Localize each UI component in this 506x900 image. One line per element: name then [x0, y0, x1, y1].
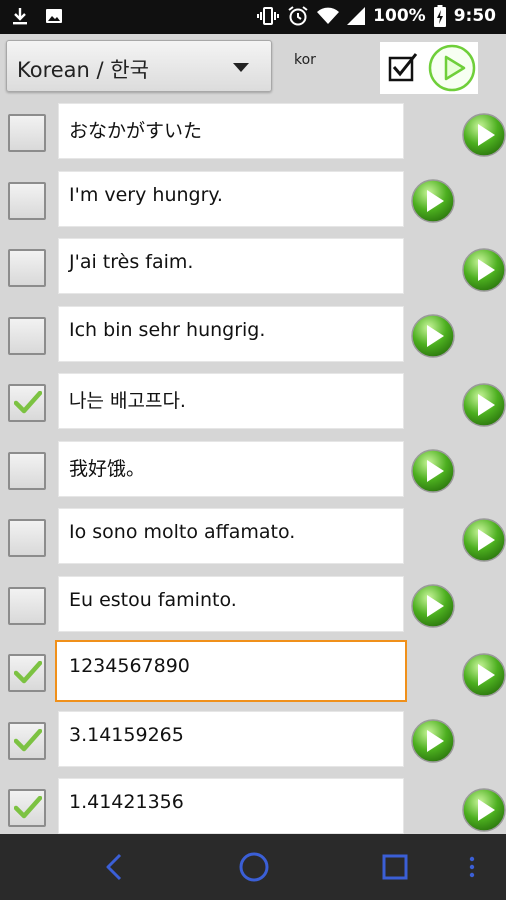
- phrase-row: I'm very hungry.: [0, 168, 506, 228]
- select-all-checkbox[interactable]: [388, 52, 420, 86]
- play-icon: [462, 788, 506, 832]
- download-icon: [10, 6, 30, 26]
- play-icon: [462, 653, 506, 697]
- overflow-menu-icon[interactable]: [466, 851, 478, 887]
- clock: 9:50: [453, 6, 496, 26]
- phrase-row: おなかがすいた: [0, 100, 506, 160]
- alarm-icon: [287, 5, 309, 27]
- play-icon: [411, 448, 455, 493]
- play-button[interactable]: [461, 247, 506, 297]
- navigation-bar: [0, 834, 506, 900]
- row-checkbox[interactable]: [8, 114, 46, 152]
- battery-percentage: 100%: [373, 6, 426, 26]
- play-button[interactable]: [410, 178, 456, 228]
- signal-icon: [347, 7, 366, 25]
- phrase-row: J'ai très faim.: [0, 235, 506, 295]
- phrase-text-field[interactable]: 我好饿。: [58, 440, 404, 497]
- wifi-icon: [317, 7, 340, 25]
- home-icon[interactable]: [237, 851, 271, 887]
- language-dropdown-label: Korean / 한국: [17, 58, 149, 82]
- image-icon: [44, 6, 64, 26]
- row-checkbox[interactable]: [8, 789, 46, 827]
- vibrate-icon: [257, 6, 280, 26]
- status-bar: 100% 9:50: [0, 0, 506, 34]
- play-button[interactable]: [461, 112, 506, 162]
- play-button[interactable]: [461, 382, 506, 432]
- phrase-text-field[interactable]: J'ai très faim.: [58, 238, 404, 294]
- play-icon: [411, 178, 455, 223]
- play-icon: [462, 518, 506, 562]
- toolbar: Korean / 한국 kor: [0, 34, 506, 100]
- play-all-button[interactable]: [428, 44, 476, 96]
- row-checkbox[interactable]: [8, 654, 46, 692]
- top-action-panel: [380, 42, 478, 94]
- play-button[interactable]: [410, 313, 456, 363]
- play-icon: [411, 583, 455, 628]
- phrase-row: Ich bin sehr hungrig.: [0, 303, 506, 363]
- play-button[interactable]: [410, 448, 456, 498]
- play-outline-icon: [428, 44, 476, 92]
- phrase-text-field[interactable]: Eu estou faminto.: [58, 575, 404, 632]
- play-icon: [462, 383, 506, 427]
- row-checkbox[interactable]: [8, 316, 46, 355]
- checkmark-icon: [14, 796, 42, 819]
- phrase-text-field[interactable]: おなかがすいた: [58, 103, 404, 159]
- play-button[interactable]: [461, 652, 506, 702]
- checkmark-icon: [14, 391, 42, 414]
- row-checkbox[interactable]: [8, 519, 46, 557]
- row-checkbox[interactable]: [8, 249, 46, 287]
- phrase-row: Io sono molto affamato.: [0, 505, 506, 565]
- phrase-row: Eu estou faminto.: [0, 573, 506, 633]
- checkbox-checked-icon: [388, 53, 418, 82]
- phrase-row: 나는 배고프다.: [0, 370, 506, 430]
- phrase-text-field[interactable]: 나는 배고프다.: [58, 373, 404, 429]
- row-checkbox[interactable]: [8, 384, 46, 422]
- phrase-row: 1234567890: [0, 640, 506, 702]
- play-icon: [411, 313, 455, 358]
- play-button[interactable]: [461, 787, 506, 837]
- phrase-text-field[interactable]: 1234567890: [55, 640, 407, 702]
- play-button[interactable]: [410, 583, 456, 633]
- play-icon: [462, 113, 506, 157]
- phrase-row: 1.41421356: [0, 775, 506, 835]
- row-checkbox[interactable]: [8, 721, 46, 760]
- language-dropdown[interactable]: Korean / 한국: [6, 40, 272, 92]
- row-checkbox[interactable]: [8, 181, 46, 220]
- phrase-text-field[interactable]: I'm very hungry.: [58, 170, 404, 227]
- play-button[interactable]: [461, 517, 506, 567]
- language-code: kor: [294, 52, 316, 68]
- play-icon: [411, 718, 455, 763]
- phrase-text-field[interactable]: 3.14159265: [58, 710, 404, 767]
- back-icon[interactable]: [98, 851, 130, 887]
- checkmark-icon: [14, 661, 42, 684]
- phrase-text-field[interactable]: Ich bin sehr hungrig.: [58, 305, 404, 362]
- phrase-row: 3.14159265: [0, 708, 506, 768]
- chevron-down-icon: [233, 63, 249, 72]
- phrase-row: 我好饿。: [0, 438, 506, 498]
- recents-icon[interactable]: [381, 851, 409, 887]
- phrase-text-field[interactable]: 1.41421356: [58, 778, 404, 834]
- row-checkbox[interactable]: [8, 451, 46, 490]
- checkmark-icon: [14, 728, 42, 751]
- row-checkbox[interactable]: [8, 586, 46, 625]
- play-icon: [462, 248, 506, 292]
- battery-charging-icon: [433, 5, 446, 27]
- phrase-text-field[interactable]: Io sono molto affamato.: [58, 508, 404, 564]
- play-button[interactable]: [410, 718, 456, 768]
